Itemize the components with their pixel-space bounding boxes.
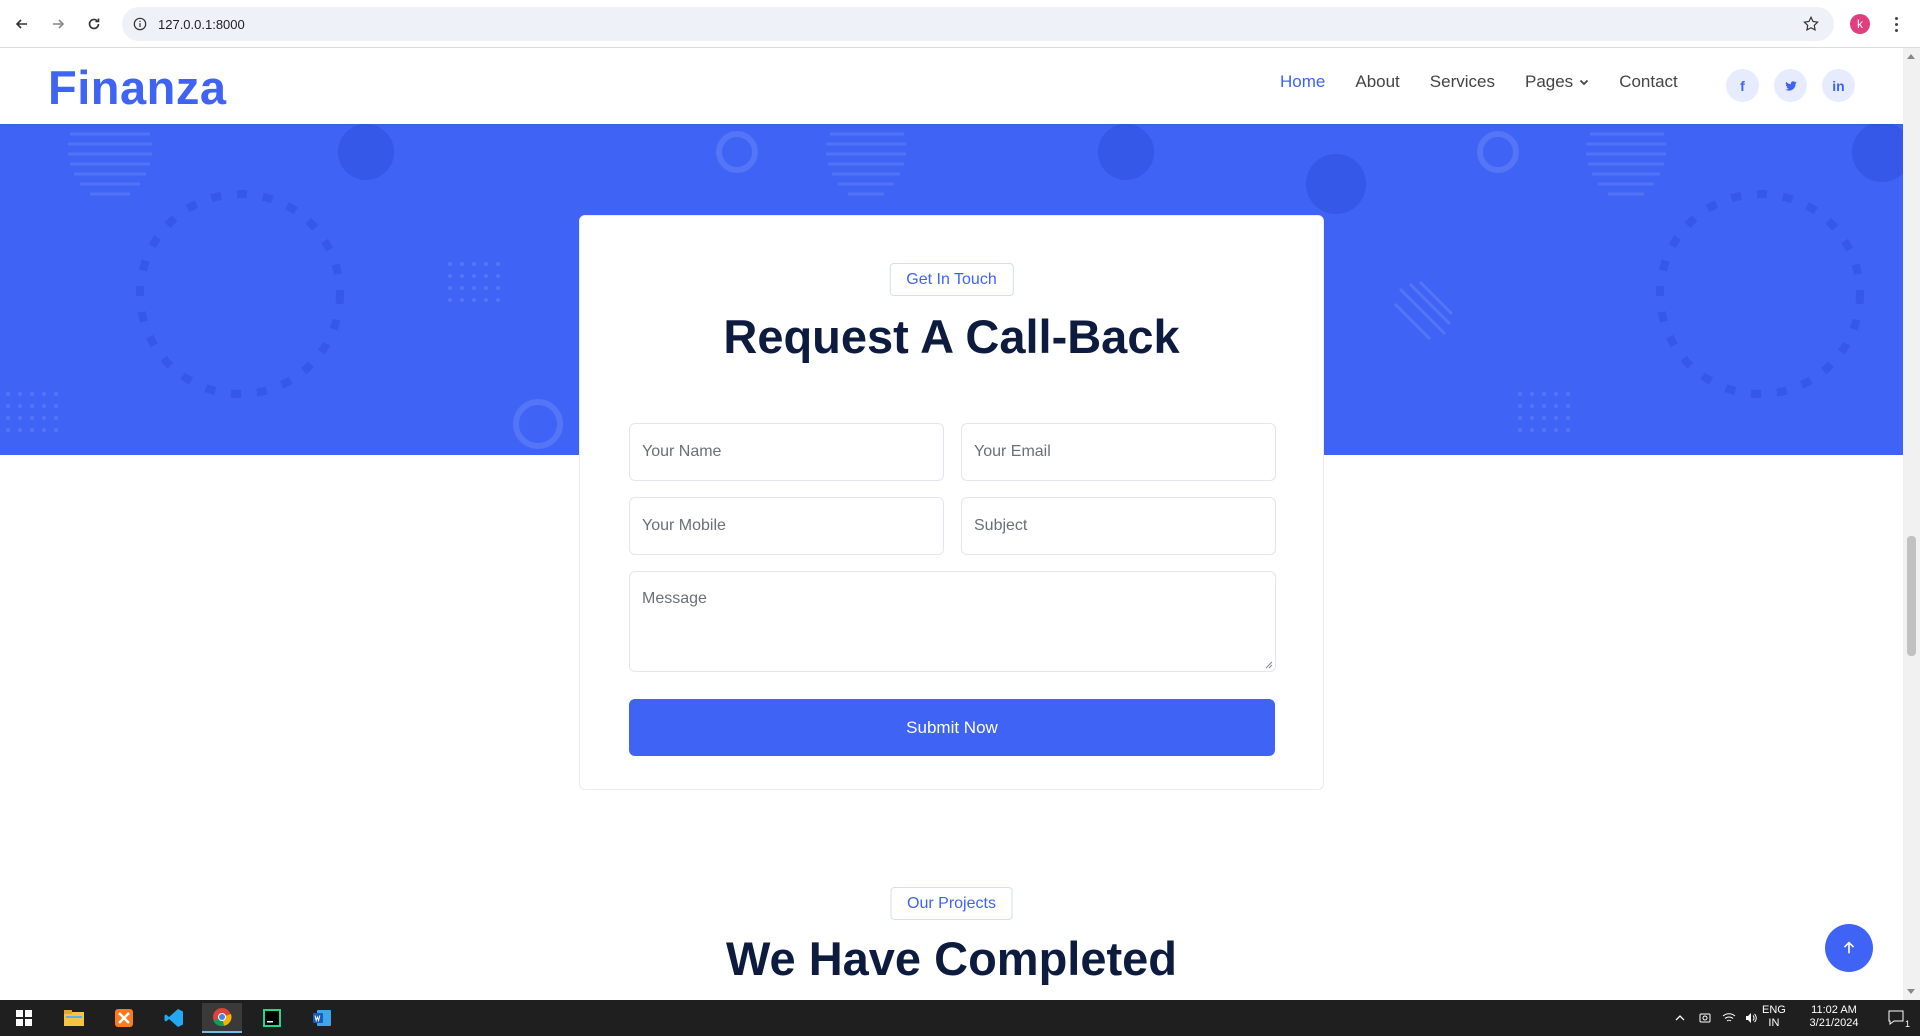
projects-title: We Have Completed [726, 932, 1177, 985]
main-nav: Home About Services Pages Contact [1280, 72, 1708, 92]
message-textarea[interactable]: Message [629, 571, 1276, 672]
taskbar-clock[interactable]: 11:02 AM 3/21/2024 [1800, 1004, 1868, 1030]
scroll-down-icon[interactable] [1907, 989, 1915, 994]
nav-home[interactable]: Home [1280, 72, 1325, 92]
twitter-icon[interactable] [1774, 69, 1807, 102]
our-projects-badge: Our Projects [890, 887, 1013, 920]
notification-center-icon[interactable]: 1 [1876, 1003, 1916, 1033]
wifi-icon[interactable] [1722, 1011, 1736, 1025]
system-tray [1674, 1000, 1758, 1036]
lang-top: ENG [1762, 1004, 1786, 1016]
chevron-up-icon[interactable] [1674, 1012, 1686, 1024]
back-button[interactable] [8, 10, 36, 38]
linkedin-icon[interactable]: in [1822, 69, 1855, 102]
site-header: Finanza Home About Services Pages Contac… [0, 48, 1903, 124]
chrome-icon[interactable] [202, 1003, 242, 1033]
subject-input[interactable]: Subject [961, 497, 1276, 555]
camera-icon[interactable] [1698, 1011, 1712, 1025]
xampp-icon[interactable] [104, 1003, 144, 1033]
url-text[interactable]: 127.0.0.1:8000 [158, 17, 245, 32]
nav-services[interactable]: Services [1430, 72, 1495, 92]
file-explorer-icon[interactable] [54, 1003, 94, 1033]
language-indicator[interactable]: ENG IN [1762, 1004, 1786, 1030]
pycharm-icon[interactable] [252, 1003, 292, 1033]
forward-arrow-icon [53, 19, 65, 29]
windows-start-icon[interactable] [4, 1003, 44, 1033]
reload-button[interactable] [80, 10, 108, 38]
message-placeholder: Message [642, 590, 707, 607]
name-input[interactable]: Your Name [629, 423, 944, 481]
profile-avatar[interactable]: k [1850, 14, 1870, 34]
word-icon[interactable] [302, 1003, 342, 1033]
callback-form-card: Get In Touch Request A Call-Back Your Na… [579, 215, 1324, 790]
page-scrollbar[interactable] [1903, 48, 1920, 1000]
name-placeholder: Your Name [642, 443, 722, 460]
windows-taskbar: ENG IN 11:02 AM 3/21/2024 1 [0, 1000, 1920, 1036]
facebook-icon[interactable]: f [1726, 69, 1759, 102]
submit-button[interactable]: Submit Now [629, 699, 1275, 756]
arrow-up-icon [1843, 941, 1855, 954]
social-links: f in [1726, 69, 1855, 102]
back-to-top-button[interactable] [1825, 924, 1873, 972]
bookmark-star-icon[interactable] [1802, 15, 1820, 33]
callback-title: Request A Call-Back [723, 310, 1180, 363]
notification-count: 1 [1904, 1019, 1910, 1029]
browser-toolbar: 127.0.0.1:8000 k [0, 0, 1920, 48]
address-bar[interactable]: 127.0.0.1:8000 [122, 7, 1834, 41]
site-info-icon[interactable] [132, 16, 148, 32]
reload-icon [88, 18, 100, 30]
page-viewport: Finanza Home About Services Pages Contac… [0, 48, 1903, 1000]
vscode-icon[interactable] [154, 1003, 194, 1033]
mobile-input[interactable]: Your Mobile [629, 497, 944, 555]
get-in-touch-badge: Get In Touch [889, 263, 1014, 296]
clock-time: 11:02 AM [1811, 1004, 1857, 1016]
scroll-up-icon[interactable] [1907, 54, 1915, 59]
forward-button[interactable] [44, 10, 72, 38]
clock-date: 3/21/2024 [1809, 1017, 1859, 1029]
mobile-placeholder: Your Mobile [642, 517, 726, 534]
site-logo[interactable]: Finanza [48, 60, 226, 115]
nav-about[interactable]: About [1355, 72, 1399, 92]
nav-contact[interactable]: Contact [1619, 72, 1678, 92]
browser-menu-icon[interactable] [1888, 12, 1904, 36]
back-arrow-icon [15, 19, 27, 29]
lang-bottom: IN [1768, 1017, 1780, 1029]
volume-icon[interactable] [1744, 1011, 1758, 1025]
scrollbar-thumb[interactable] [1907, 536, 1916, 656]
email-input[interactable]: Your Email [961, 423, 1276, 481]
nav-pages-label: Pages [1524, 72, 1574, 91]
resize-grip-icon[interactable] [1263, 659, 1273, 669]
nav-pages[interactable]: Pages [1525, 72, 1589, 92]
chevron-down-icon [1580, 79, 1589, 86]
email-placeholder: Your Email [974, 443, 1051, 460]
subject-placeholder: Subject [974, 517, 1028, 534]
